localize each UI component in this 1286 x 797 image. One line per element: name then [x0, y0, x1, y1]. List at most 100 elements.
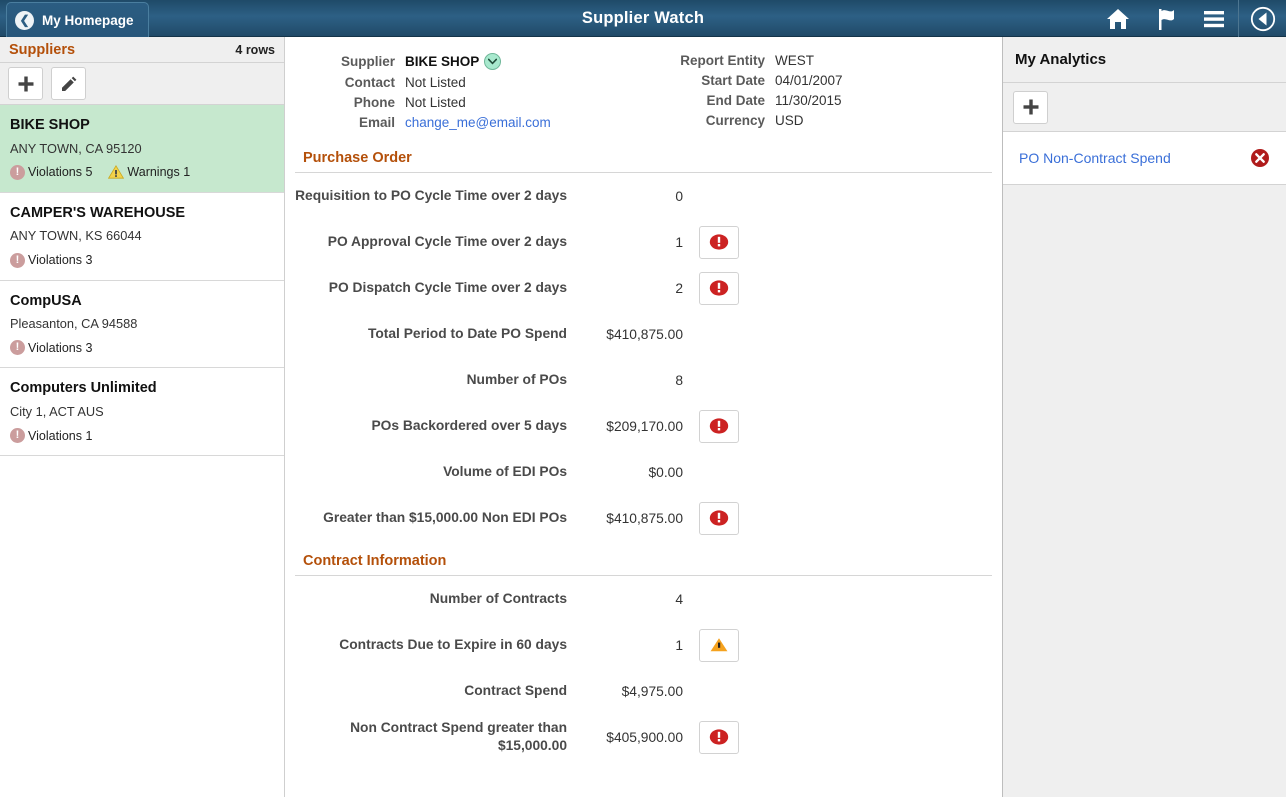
violation-icon: !: [10, 340, 25, 356]
violations-label: Violations 3: [28, 340, 93, 355]
summary-field: End Date 11/30/2015: [655, 93, 985, 108]
header-icon-group: [1094, 0, 1286, 37]
section-contract-information: Contract Information Number of Contracts…: [295, 553, 992, 760]
contact-field-value: Not Listed: [405, 75, 466, 90]
metric-label: Greater than $15,000.00 Non EDI POs: [323, 510, 567, 526]
list-item[interactable]: Computers Unlimited City 1, ACT AUS ! Vi…: [0, 368, 284, 457]
summary-left-column: Supplier BIKE SHOP Contact Not Listed Ph…: [295, 53, 655, 130]
list-item[interactable]: CompUSA Pleasanton, CA 94588 ! Violation…: [0, 280, 284, 369]
summary-right-column: Report Entity WEST Start Date 04/01/2007…: [655, 53, 985, 130]
suppliers-sidebar: Suppliers 4 rows BIKE SHOP ANY TOWN, CA …: [0, 37, 285, 797]
metric-value: 4: [675, 591, 683, 607]
violations-badge: ! Violations 3: [10, 340, 93, 356]
metric-alert-slot: [689, 225, 749, 259]
supplier-name-value: BIKE SHOP: [405, 54, 480, 69]
error-alert-button[interactable]: [699, 409, 739, 443]
error-exclamation-icon: [709, 234, 729, 250]
sidebar-row-count: 4 rows: [235, 42, 275, 57]
metric-label: Requisition to PO Cycle Time over 2 days: [295, 188, 567, 204]
phone-field-value: Not Listed: [405, 95, 466, 110]
metric-row: PO Dispatch Cycle Time over 2 days 2: [295, 265, 986, 311]
metric-row: Number of POs 8: [295, 357, 986, 403]
error-exclamation-icon: [709, 729, 729, 745]
violations-badge: ! Violations 5: [10, 164, 93, 180]
violations-badge: ! Violations 3: [10, 252, 92, 268]
delete-circle-icon[interactable]: [1250, 148, 1270, 168]
metric-label: PO Dispatch Cycle Time over 2 days: [328, 280, 567, 296]
my-analytics-panel: My Analytics PO Non-Contract Spend: [1003, 37, 1286, 797]
supplier-address: ANY TOWN, KS 66044: [10, 228, 142, 244]
chevron-left-icon: ❮: [15, 10, 34, 30]
pencil-icon: [61, 76, 76, 91]
supplier-address: ANY TOWN, CA 95120: [10, 140, 142, 156]
error-alert-button[interactable]: [699, 720, 739, 754]
analytics-panel-toolbar: [1003, 83, 1286, 132]
violations-label: Violations 5: [28, 165, 93, 180]
metric-row: PO Approval Cycle Time over 2 days 1: [295, 219, 986, 265]
error-alert-button[interactable]: [699, 501, 739, 535]
summary-field: Start Date 04/01/2007: [655, 73, 985, 88]
list-item[interactable]: CAMPER'S WAREHOUSE ANY TOWN, KS 66044 ! …: [0, 192, 284, 281]
chevron-down-icon[interactable]: [484, 53, 502, 70]
nav-compass-icon[interactable]: [1238, 0, 1286, 37]
supplier-field-label: Supplier: [340, 54, 395, 69]
metric-row: Volume of EDI POs $0.00: [295, 449, 986, 495]
error-alert-button[interactable]: [699, 225, 739, 259]
list-item[interactable]: PO Non-Contract Spend: [1003, 132, 1286, 185]
summary-field: Contact Not Listed: [295, 75, 655, 90]
supplier-status-flags: ! Violations 3: [10, 252, 274, 268]
hamburger-menu-icon[interactable]: [1190, 0, 1238, 37]
error-alert-button[interactable]: [699, 271, 739, 305]
metric-row: Number of Contracts 4: [295, 576, 986, 622]
metric-row: Contracts Due to Expire in 60 days 1: [295, 622, 986, 668]
warnings-badge: Warnings 1: [108, 165, 190, 179]
back-button-label: My Homepage: [42, 12, 134, 28]
start-date-label: Start Date: [701, 73, 765, 88]
violation-icon: !: [10, 252, 25, 268]
edit-supplier-button[interactable]: [51, 67, 86, 100]
metric-alert-slot: [689, 409, 749, 443]
warning-alert-button[interactable]: [699, 628, 739, 662]
metric-row: Greater than $15,000.00 Non EDI POs $410…: [295, 495, 986, 541]
summary-field: Report Entity WEST: [655, 53, 985, 68]
metric-label: Total Period to Date PO Spend: [367, 326, 567, 342]
analytics-panel-empty-area: [1003, 185, 1286, 797]
metric-row: Contract Spend $4,975.00: [295, 668, 986, 714]
metric-row: Non Contract Spend greater than $15,000.…: [295, 714, 986, 760]
metric-alert-slot: [689, 628, 749, 662]
end-date-label: End Date: [706, 93, 765, 108]
report-entity-label: Report Entity: [680, 53, 765, 68]
back-to-homepage-button[interactable]: ❮ My Homepage: [6, 2, 149, 37]
email-field-label: Email: [358, 115, 395, 130]
supplier-watch-app: ❮ My Homepage Supplier Watch Suppliers 4…: [0, 0, 1286, 797]
analytic-link[interactable]: PO Non-Contract Spend: [1019, 150, 1171, 166]
analytics-panel-title: My Analytics: [1015, 51, 1107, 68]
warning-triangle-icon: [108, 165, 125, 179]
metric-value: $410,875.00: [606, 326, 683, 342]
metric-value: $209,170.00: [606, 418, 683, 434]
metric-value: 1: [675, 637, 683, 653]
violation-icon: !: [10, 428, 25, 444]
metric-label: Contract Spend: [464, 683, 567, 699]
start-date-value: 04/01/2007: [775, 73, 843, 88]
flag-icon[interactable]: [1142, 0, 1190, 37]
home-icon[interactable]: [1094, 0, 1142, 37]
email-link[interactable]: change_me@email.com: [405, 115, 551, 130]
metric-label: POs Backordered over 5 days: [371, 418, 567, 434]
supplier-address: Pleasanton, CA 94588: [10, 316, 138, 332]
add-analytic-button[interactable]: [1013, 90, 1048, 124]
supplier-detail-main: Supplier BIKE SHOP Contact Not Listed Ph…: [285, 37, 1003, 797]
supplier-name: Computers Unlimited: [10, 380, 157, 397]
metric-label: Non Contract Spend greater than $15,000.…: [350, 720, 567, 753]
metric-value: $4,975.00: [621, 683, 683, 699]
metric-label: PO Approval Cycle Time over 2 days: [327, 234, 567, 250]
add-supplier-button[interactable]: [8, 67, 43, 100]
error-exclamation-icon: [709, 280, 729, 296]
section-title: Contract Information: [295, 553, 992, 576]
sidebar-title: Suppliers: [9, 41, 76, 58]
plus-icon: [18, 76, 33, 91]
section-title: Purchase Order: [295, 150, 992, 173]
plus-icon: [1023, 99, 1038, 115]
list-item[interactable]: BIKE SHOP ANY TOWN, CA 95120 ! Violation…: [0, 105, 284, 193]
metric-alert-slot: [689, 271, 749, 305]
